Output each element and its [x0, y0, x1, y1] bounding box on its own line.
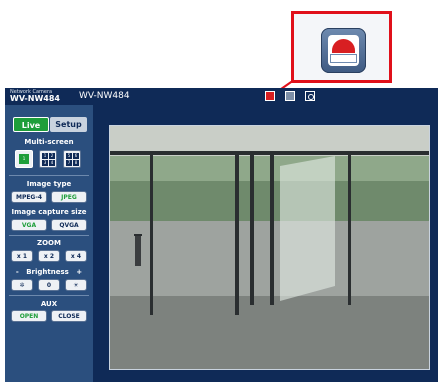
zoom-label: ZOOM: [37, 239, 61, 247]
brightness-brighter-button[interactable]: ☀: [65, 279, 87, 291]
header-bar: Network Camera WV-NW484 WV-NW484: [5, 88, 438, 105]
camera-live-image[interactable]: [109, 125, 430, 370]
brightness-label: Brightness: [26, 268, 69, 276]
multiscreen-4-button[interactable]: 1 2 3 4: [39, 150, 57, 168]
page-title: WV-NW484: [79, 91, 130, 101]
sidebar: Live Setup Multi-screen 1 1 2 3 4 5 6 7 …: [5, 105, 93, 382]
zoom-x1-button[interactable]: x 1: [11, 250, 33, 262]
multiscreen-1-button[interactable]: 1: [15, 150, 33, 168]
model-name: WV-NW484: [10, 94, 60, 103]
mpeg4-button[interactable]: MPEG-4: [11, 191, 47, 203]
brightness-plus-label: +: [76, 268, 83, 276]
camera-scene: [110, 126, 429, 369]
image-type-label: Image type: [26, 180, 72, 188]
sdcard-icon[interactable]: [285, 91, 295, 101]
multiscreen-1-glyph: 1: [19, 154, 29, 164]
aux-close-button[interactable]: CLOSE: [51, 310, 87, 322]
brightness-row: - Brightness +: [9, 268, 89, 276]
zoom-x2-button[interactable]: x 2: [38, 250, 60, 262]
aux-open-button[interactable]: OPEN: [11, 310, 47, 322]
brightness-darker-button[interactable]: ✲: [11, 279, 33, 291]
multiscreen-label: Multi-screen: [24, 138, 74, 146]
divider: [9, 235, 89, 236]
jpeg-button[interactable]: JPEG: [51, 191, 87, 203]
sun-dim-icon: ✲: [19, 282, 25, 289]
aux-label: AUX: [40, 300, 58, 308]
sun-bright-icon: ☀: [73, 282, 79, 289]
brightness-minus-label: -: [15, 268, 19, 276]
tab-live[interactable]: Live: [13, 117, 49, 132]
capture-size-label: Image capture size: [11, 208, 87, 216]
multiscreen-8-button[interactable]: 5 6 7 8: [63, 150, 81, 168]
divider: [9, 175, 89, 176]
snapshot-icon[interactable]: [305, 91, 315, 101]
zoom-x4-button[interactable]: x 4: [65, 250, 87, 262]
tab-setup[interactable]: Setup: [50, 117, 87, 132]
brightness-reset-button[interactable]: 0: [38, 279, 60, 291]
alarm-icon[interactable]: [265, 91, 275, 101]
qvga-button[interactable]: QVGA: [51, 219, 87, 231]
vga-button[interactable]: VGA: [11, 219, 47, 231]
divider: [9, 295, 89, 296]
